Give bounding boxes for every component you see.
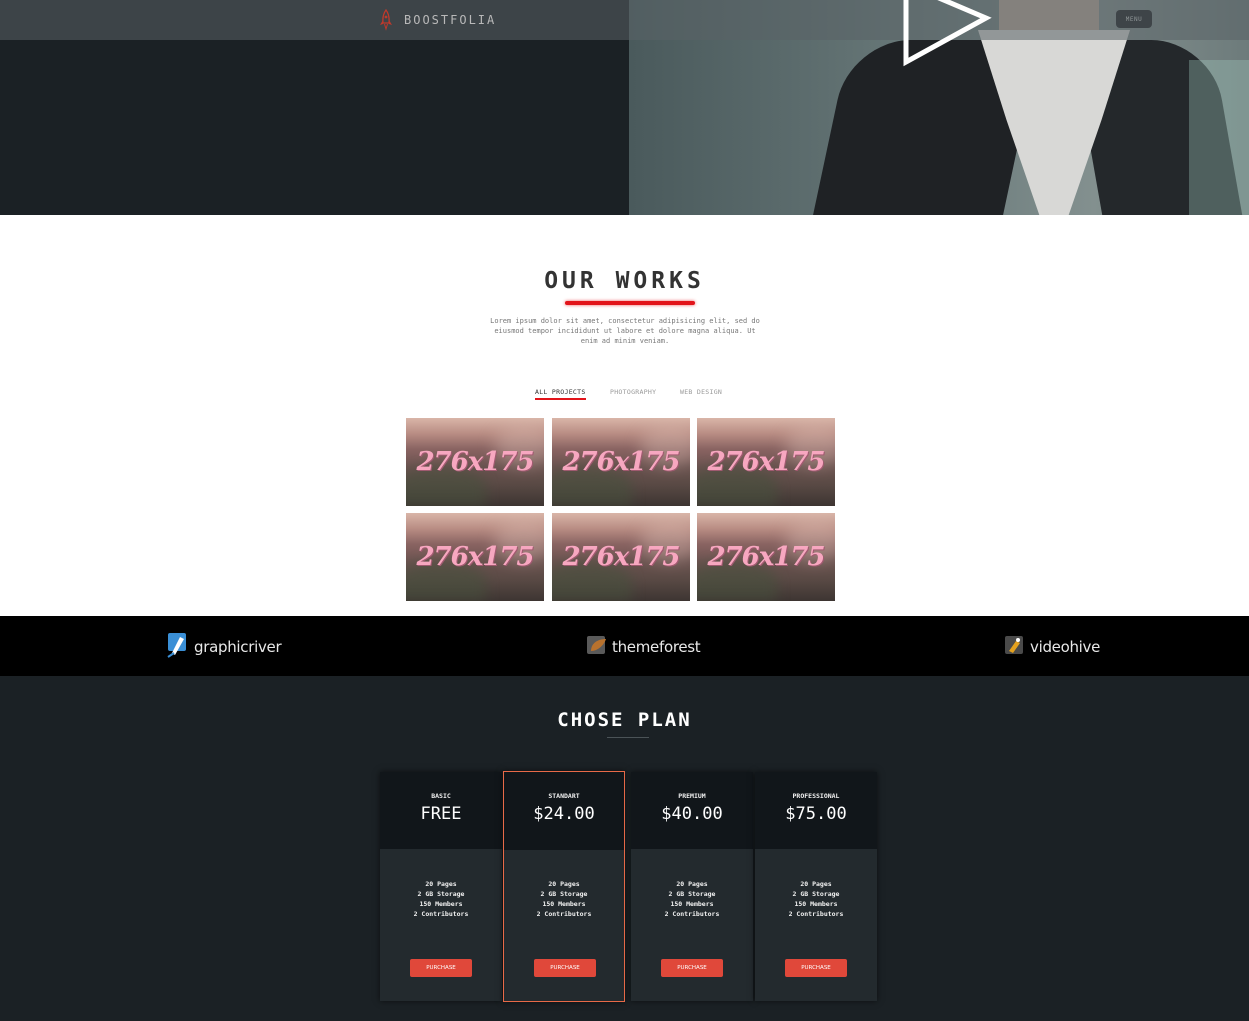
thumbnail-size-label: 276x175 bbox=[416, 447, 534, 477]
plan-feature: 2 Contributors bbox=[664, 910, 720, 918]
filter-photography[interactable]: PHOTOGRAPHY bbox=[610, 388, 656, 396]
top-navbar: BOOSTFOLIA MENU bbox=[0, 0, 1249, 40]
plan-header: PROFESSIONAL $75.00 bbox=[755, 772, 877, 849]
works-grid: 276x175 276x175 276x175 276x175 276x175 … bbox=[406, 418, 836, 601]
plan-features: 20 Pages 2 GB Storage 150 Members 2 Cont… bbox=[755, 879, 877, 919]
plan-feature: 150 Members bbox=[542, 900, 586, 908]
plan-feature: 150 Members bbox=[794, 900, 838, 908]
plan-feature: 150 Members bbox=[419, 900, 463, 908]
plan-card-standart: STANDART $24.00 20 Pages 2 GB Storage 15… bbox=[503, 771, 625, 1002]
works-description: Lorem ipsum dolor sit amet, consectetur … bbox=[490, 317, 760, 345]
plan-feature: 20 Pages bbox=[425, 880, 457, 888]
partner-themeforest[interactable]: themeforest bbox=[586, 633, 701, 661]
logo-text: BOOSTFOLIA bbox=[404, 13, 497, 27]
partner-name: graphicriver bbox=[194, 638, 282, 656]
plan-feature: 2 Contributors bbox=[413, 910, 469, 918]
plan-features: 20 Pages 2 GB Storage 150 Members 2 Cont… bbox=[380, 879, 502, 919]
partner-videohive[interactable]: videohive bbox=[1004, 634, 1100, 660]
plan-feature: 20 Pages bbox=[548, 880, 580, 888]
plans-title: CHOSE PLAN bbox=[557, 709, 692, 731]
plan-price: $40.00 bbox=[661, 804, 723, 824]
pricing-section: CHOSE PLAN BASIC FREE 20 Pages 2 GB Stor… bbox=[0, 676, 1249, 1021]
thumbnail-size-label: 276x175 bbox=[707, 447, 825, 477]
themeforest-logo-icon bbox=[586, 633, 608, 661]
work-thumbnail[interactable]: 276x175 bbox=[406, 418, 544, 506]
hero-section: BOOSTFOLIA MENU bbox=[0, 0, 1249, 215]
plan-header: PREMIUM $40.00 bbox=[631, 772, 753, 849]
plan-name: PREMIUM bbox=[678, 792, 706, 800]
work-thumbnail[interactable]: 276x175 bbox=[697, 418, 835, 506]
partner-graphicriver[interactable]: graphicriver bbox=[164, 631, 282, 663]
plan-feature: 2 Contributors bbox=[536, 910, 592, 918]
thumbnail-size-label: 276x175 bbox=[707, 542, 825, 572]
plan-name: STANDART bbox=[548, 792, 580, 800]
plan-name: PROFESSIONAL bbox=[792, 792, 840, 800]
work-thumbnail[interactable]: 276x175 bbox=[552, 418, 690, 506]
rocket-icon bbox=[378, 9, 394, 31]
plan-feature: 2 GB Storage bbox=[540, 890, 588, 898]
works-title: OUR WORKS bbox=[544, 268, 705, 294]
thumbnail-size-label: 276x175 bbox=[562, 447, 680, 477]
partner-name: themeforest bbox=[612, 638, 701, 656]
plan-feature: 2 Contributors bbox=[788, 910, 844, 918]
thumbnail-size-label: 276x175 bbox=[416, 542, 534, 572]
plan-card-premium: PREMIUM $40.00 20 Pages 2 GB Storage 150… bbox=[631, 772, 753, 1001]
partners-bar: graphicriver themeforest videohive bbox=[0, 616, 1249, 676]
plan-feature: 20 Pages bbox=[676, 880, 708, 888]
works-filter-bar: ALL PROJECTS PHOTOGRAPHY WEB DESIGN bbox=[0, 388, 1249, 402]
work-thumbnail[interactable]: 276x175 bbox=[697, 513, 835, 601]
plan-features: 20 Pages 2 GB Storage 150 Members 2 Cont… bbox=[504, 879, 624, 919]
plan-card-professional: PROFESSIONAL $75.00 20 Pages 2 GB Storag… bbox=[755, 772, 877, 1001]
play-icon[interactable] bbox=[900, 0, 992, 70]
site-logo[interactable]: BOOSTFOLIA bbox=[378, 6, 496, 34]
videohive-logo-icon bbox=[1004, 633, 1026, 661]
purchase-button[interactable]: PURCHASE bbox=[785, 959, 847, 977]
purchase-button[interactable]: PURCHASE bbox=[661, 959, 723, 977]
menu-button[interactable]: MENU bbox=[1116, 10, 1152, 28]
plan-price: $75.00 bbox=[785, 804, 847, 824]
work-thumbnail[interactable]: 276x175 bbox=[552, 513, 690, 601]
plan-feature: 2 GB Storage bbox=[792, 890, 840, 898]
plan-price: FREE bbox=[420, 804, 462, 824]
plan-header: BASIC FREE bbox=[380, 772, 502, 849]
purchase-button[interactable]: PURCHASE bbox=[534, 959, 596, 977]
plan-feature: 20 Pages bbox=[800, 880, 832, 888]
graphicriver-logo-icon bbox=[164, 631, 190, 663]
plan-feature: 150 Members bbox=[670, 900, 714, 908]
plan-name: BASIC bbox=[431, 792, 451, 800]
plan-features: 20 Pages 2 GB Storage 150 Members 2 Cont… bbox=[631, 879, 753, 919]
plan-feature: 2 GB Storage bbox=[668, 890, 716, 898]
thumbnail-size-label: 276x175 bbox=[562, 542, 680, 572]
partner-name: videohive bbox=[1030, 638, 1101, 656]
work-thumbnail[interactable]: 276x175 bbox=[406, 513, 544, 601]
works-title-underline bbox=[565, 301, 695, 305]
filter-web-design[interactable]: WEB DESIGN bbox=[680, 388, 722, 396]
plan-price: $24.00 bbox=[533, 804, 595, 824]
plan-header: STANDART $24.00 bbox=[504, 772, 624, 850]
plan-card-basic: BASIC FREE 20 Pages 2 GB Storage 150 Mem… bbox=[380, 772, 502, 1001]
filter-all-projects[interactable]: ALL PROJECTS bbox=[535, 388, 586, 400]
plan-feature: 2 GB Storage bbox=[417, 890, 465, 898]
purchase-button[interactable]: PURCHASE bbox=[410, 959, 472, 977]
plans-title-underline bbox=[607, 737, 649, 738]
